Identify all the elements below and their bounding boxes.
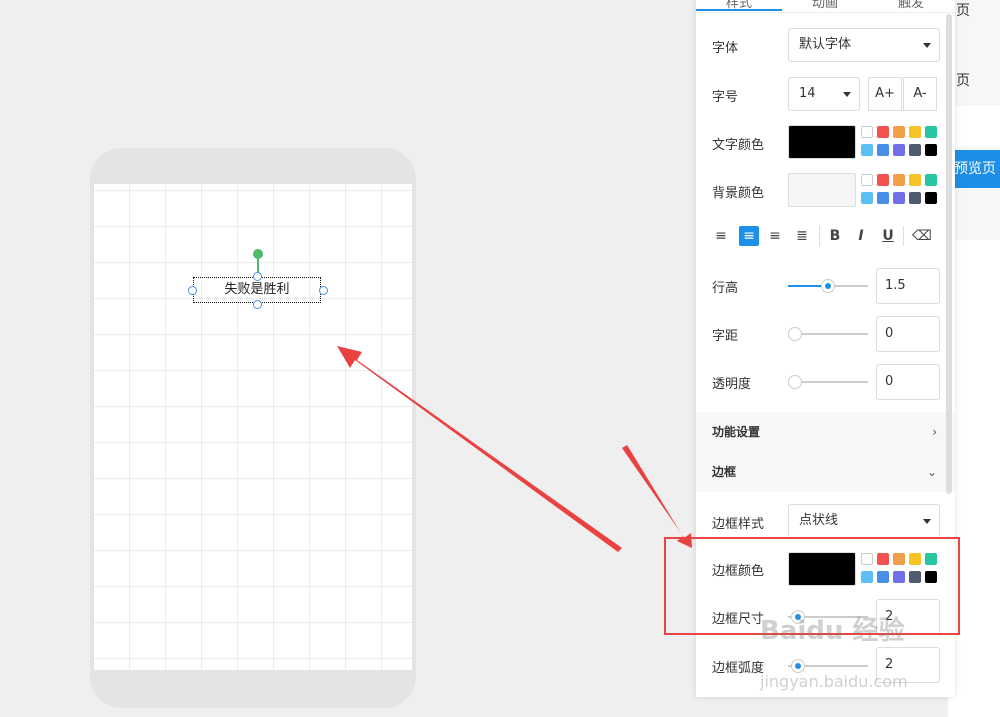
watermark-text: Baidu 经验 [760, 616, 905, 646]
watermark-url: jingyan.baidu.com [760, 672, 908, 691]
arrow-to-canvas [337, 346, 622, 552]
watermark: Baidu 经验 [760, 610, 904, 647]
arrow-to-panel [622, 445, 692, 548]
